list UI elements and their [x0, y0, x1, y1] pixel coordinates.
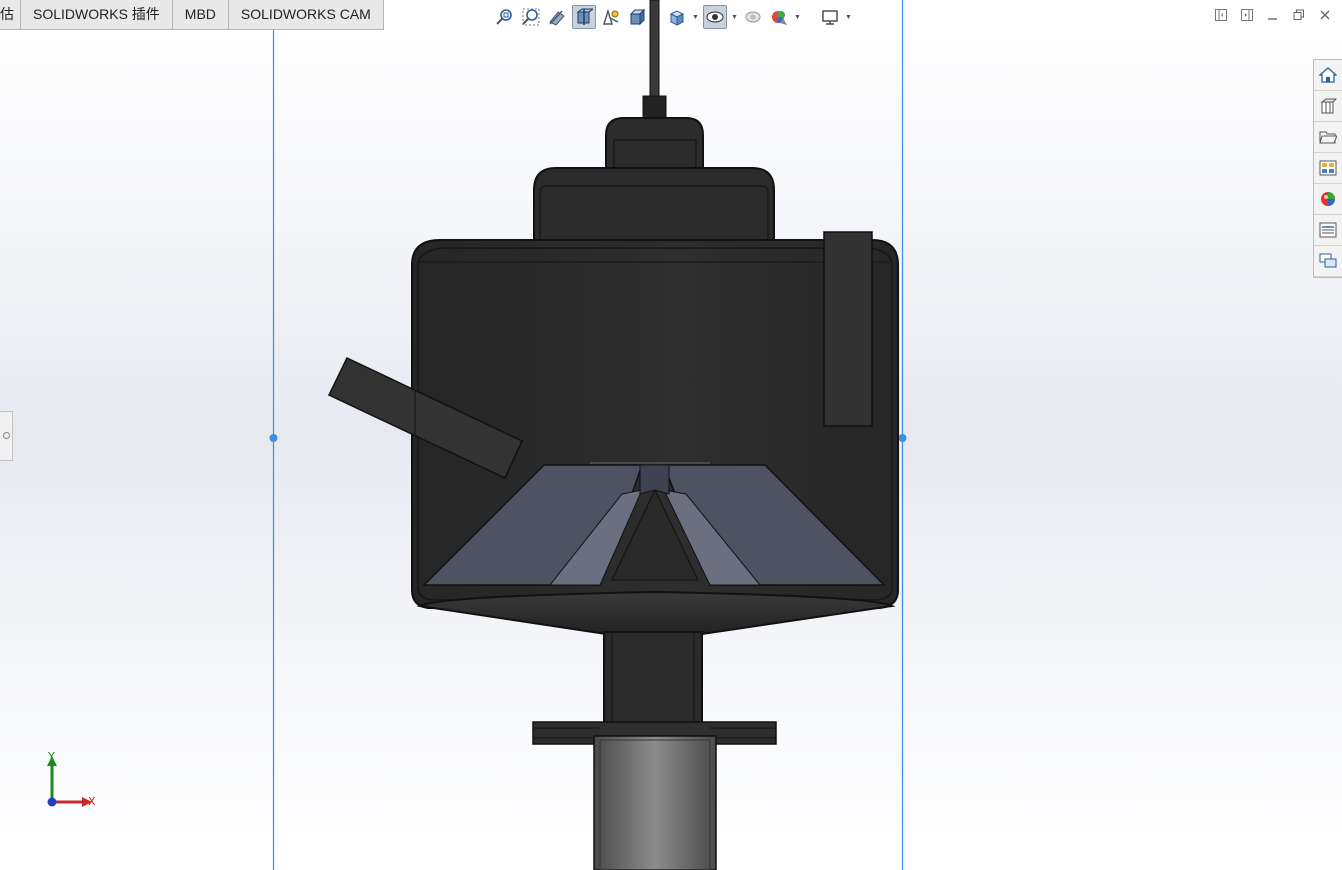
model-view[interactable]: [0, 0, 1342, 870]
zoom-to-area-icon[interactable]: [520, 6, 542, 28]
minimize-icon[interactable]: [1266, 8, 1280, 22]
view-settings-dropdown-icon[interactable]: ▼: [845, 6, 852, 28]
solidworks-resources-icon[interactable]: [1314, 60, 1342, 91]
command-manager-tabs: 估 SOLIDWORKS 插件 MBD SOLIDWORKS CAM: [0, 0, 384, 30]
graphics-area[interactable]: 估 SOLIDWORKS 插件 MBD SOLIDWORKS CAM ▼ ▼ ▼…: [0, 0, 1342, 870]
tab-solidworks-cam[interactable]: SOLIDWORKS CAM: [228, 0, 384, 30]
appearances-scenes-icon[interactable]: [1314, 184, 1342, 215]
feature-manager-collapse-handle[interactable]: [0, 411, 13, 461]
bottom-cone: [416, 590, 896, 635]
display-style-dropdown-icon[interactable]: ▼: [731, 6, 738, 28]
task-pane: [1313, 59, 1342, 278]
hide-show-items-icon[interactable]: [742, 6, 764, 28]
close-icon[interactable]: [1318, 8, 1332, 22]
top-cap: [605, 117, 704, 171]
dynamic-annotation-views-icon[interactable]: [600, 6, 622, 28]
file-explorer-icon[interactable]: [1314, 122, 1342, 153]
window-controls: [1214, 8, 1332, 22]
triad-x-label: X: [88, 795, 96, 808]
display-style-icon[interactable]: [703, 5, 727, 29]
view-settings-icon[interactable]: [819, 6, 841, 28]
custom-properties-icon[interactable]: [1314, 215, 1342, 246]
side-rod: [823, 231, 873, 427]
design-library-icon[interactable]: [1314, 91, 1342, 122]
tab-partial[interactable]: 估: [0, 0, 21, 30]
view-palette-icon[interactable]: [1314, 153, 1342, 184]
tile-right-icon[interactable]: [1240, 8, 1254, 22]
forum-icon[interactable]: [1314, 246, 1342, 277]
plane-handle-left: [269, 434, 278, 442]
outlet-pipe: [593, 735, 717, 870]
triad-y-label: Y: [48, 750, 55, 763]
edit-appearance-icon[interactable]: [768, 6, 790, 28]
plane-handle-right: [898, 434, 907, 442]
tab-solidworks-addins[interactable]: SOLIDWORKS 插件: [21, 0, 173, 30]
heads-up-view-toolbar: ▼ ▼ ▼ ▼: [494, 2, 852, 32]
view-orientation-icon-partial[interactable]: [626, 6, 648, 28]
view-orientation-dropdown-icon[interactable]: ▼: [692, 6, 699, 28]
outlet-neck: [603, 631, 703, 737]
view-orientation-icon[interactable]: [666, 6, 688, 28]
tab-mbd[interactable]: MBD: [172, 0, 229, 30]
section-view-icon[interactable]: [572, 5, 596, 29]
tile-left-icon[interactable]: [1214, 8, 1228, 22]
middle-tier: [533, 167, 775, 246]
zoom-to-fit-icon[interactable]: [494, 6, 516, 28]
previous-view-icon[interactable]: [546, 6, 568, 28]
edit-appearance-dropdown-icon[interactable]: ▼: [794, 6, 801, 28]
restore-icon[interactable]: [1292, 8, 1306, 22]
